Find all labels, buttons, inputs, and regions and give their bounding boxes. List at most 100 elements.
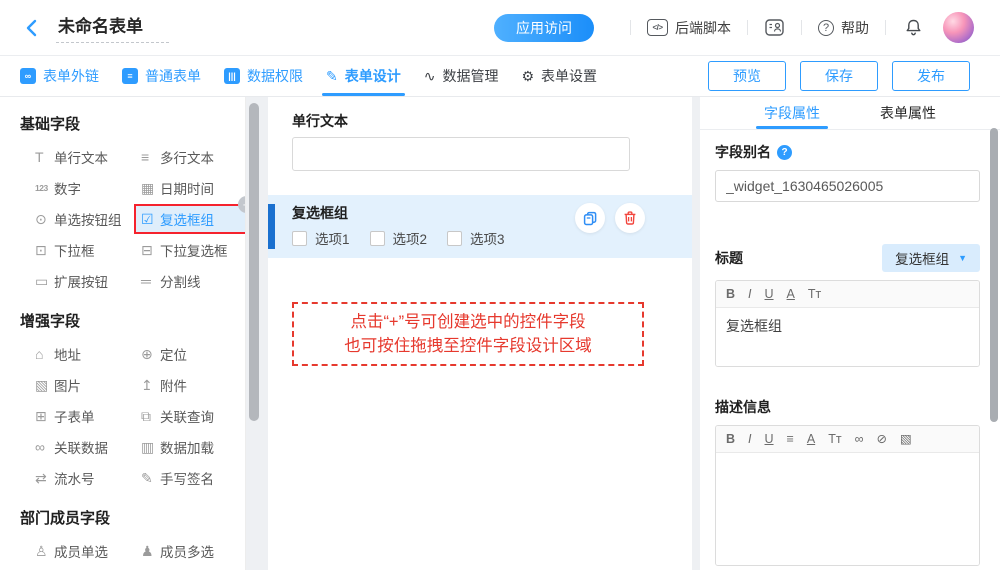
action-button[interactable]: 预览	[708, 61, 786, 91]
tab-normal-form[interactable]: ≡ 普通表单	[122, 56, 201, 96]
field-item-label: 数字	[54, 178, 81, 198]
field-item-label: 手写签名	[160, 468, 214, 488]
tab-label: 表单外链	[43, 66, 99, 86]
backend-script-button[interactable]: </> 后端脚本	[647, 18, 731, 38]
bold-icon[interactable]: B	[726, 288, 735, 301]
sidebar-item-serial-number[interactable]: ⇄ 流水号	[30, 465, 136, 491]
field-item-label: 数据加载	[160, 437, 214, 457]
underline-icon[interactable]: U	[765, 288, 774, 301]
checkbox-icon[interactable]	[292, 231, 307, 246]
font-color-icon[interactable]: A	[807, 433, 815, 446]
checkbox-group-icon: ☑	[141, 211, 160, 228]
widget-type-value: 复选框组	[895, 248, 949, 268]
sidebar-item-linked-data[interactable]: ∞ 关联数据	[30, 434, 136, 460]
single-line-text-field-input[interactable]	[292, 137, 630, 171]
field-item-label: 单选按钮组	[54, 209, 122, 229]
field-alias-label-row: 字段别名 ?	[715, 142, 980, 162]
sidebar-item-signature[interactable]: ✎ 手写签名	[136, 465, 245, 491]
sidebar-item-number[interactable]: 123 数字	[30, 175, 136, 201]
checkbox-option[interactable]: 选项3	[447, 228, 505, 248]
tab-data-manage[interactable]: ∿ 数据管理	[424, 56, 499, 96]
insert-image-icon[interactable]: ▧	[900, 433, 912, 446]
underline-icon[interactable]: U	[765, 433, 774, 446]
tab-field-properties[interactable]: 字段属性	[764, 97, 820, 129]
chevron-down-icon: ▼	[958, 253, 967, 263]
sidebar-item-multi-line-text[interactable]: ≡ 多行文本	[136, 144, 245, 170]
sidebar-item-address[interactable]: ⌂ 地址	[30, 341, 136, 367]
sidebar-item-image[interactable]: ▧ 图片	[30, 372, 136, 398]
image-icon: ▧	[35, 377, 54, 394]
section-title-enhanced-fields: 增强字段	[20, 310, 245, 331]
tab-form-properties[interactable]: 表单属性	[880, 97, 936, 129]
field-item-label: 关联数据	[54, 437, 108, 457]
sidebar-item-single-line-text[interactable]: T 单行文本	[30, 144, 136, 170]
widget-title: 复选框组	[292, 203, 668, 222]
align-icon[interactable]: ≡	[787, 433, 794, 446]
people-icon: ♟	[141, 543, 160, 560]
widget-type-dropdown[interactable]: 复选框组 ▼	[882, 244, 980, 272]
sidebar-item-subform[interactable]: ⊞ 子表单	[30, 403, 136, 429]
sidebar-item-divider[interactable]: ═ 分割线	[136, 268, 245, 294]
sidebar-item-checkbox-group[interactable]: ☑ 复选框组 +	[136, 206, 245, 232]
form-settings-icon: ⚙	[521, 69, 534, 83]
title-editor-content[interactable]: 复选框组	[716, 308, 979, 366]
font-size-icon[interactable]: Tт	[828, 433, 841, 446]
tab-form-external-link[interactable]: ∞ 表单外链	[20, 56, 99, 96]
unlink-icon[interactable]: ⊘	[876, 433, 886, 446]
properties-scrollbar[interactable]	[990, 128, 998, 422]
app-access-button[interactable]: 应用访问	[494, 14, 594, 42]
trash-icon	[622, 210, 638, 226]
serial-number-icon: ⇄	[35, 470, 54, 487]
checkbox-icon[interactable]	[447, 231, 462, 246]
copy-widget-button[interactable]	[575, 203, 605, 233]
field-alias-input[interactable]	[715, 170, 980, 202]
sidebar-item-datetime[interactable]: ▦ 日期时间	[136, 175, 245, 201]
font-color-icon[interactable]: A	[787, 288, 795, 301]
field-item-label: 复选框组	[160, 209, 214, 229]
description-editor-content[interactable]	[716, 453, 979, 565]
sidebar-item-linked-query[interactable]: ⧉ 关联查询	[136, 403, 245, 429]
sidebar-item-radio-group[interactable]: ⊙ 单选按钮组	[30, 206, 136, 232]
checkbox-option[interactable]: 选项2	[370, 228, 428, 248]
checkbox-icon[interactable]	[370, 231, 385, 246]
sidebar-item-locate[interactable]: ⊕ 定位	[136, 341, 245, 367]
sidebar-item-member-single[interactable]: ♙ 成员单选	[30, 538, 136, 564]
delete-widget-button[interactable]	[615, 203, 645, 233]
address-pin-icon: ⌂	[35, 346, 54, 362]
multi-select-icon: ⊟	[141, 242, 160, 259]
single-line-text-icon: T	[35, 149, 54, 165]
sidebar-item-attachment[interactable]: ↥ 附件	[136, 372, 245, 398]
directory-button[interactable]	[764, 18, 785, 37]
sidebar-item-extend-button[interactable]: ▭ 扩展按钮	[30, 268, 136, 294]
back-button[interactable]	[22, 18, 42, 38]
selected-checkbox-group-widget[interactable]: 复选框组 选项1	[268, 195, 692, 258]
bold-icon[interactable]: B	[726, 433, 735, 446]
sidebar-item-data-load[interactable]: ▥ 数据加载	[136, 434, 245, 460]
copy-icon	[582, 210, 598, 226]
form-title[interactable]: 未命名表单	[56, 12, 169, 43]
notifications-button[interactable]	[904, 18, 923, 38]
field-item-label: 图片	[54, 375, 81, 395]
font-size-icon[interactable]: Tт	[808, 288, 821, 301]
action-button[interactable]: 保存	[800, 61, 878, 91]
question-circle-icon: ?	[818, 20, 834, 36]
help-tooltip-icon[interactable]: ?	[777, 145, 792, 160]
sidebar-item-multi-select[interactable]: ⊟ 下拉复选框	[136, 237, 245, 263]
design-canvas: 单行文本 复选框组 选项1	[268, 97, 692, 570]
checkbox-option[interactable]: 选项1	[292, 228, 350, 248]
add-field-plus-badge[interactable]: +	[238, 196, 246, 213]
italic-icon[interactable]: I	[748, 433, 751, 446]
help-button[interactable]: ? 帮助	[818, 18, 869, 38]
sidebar-item-select[interactable]: ⊡ 下拉框	[30, 237, 136, 263]
user-avatar[interactable]	[943, 12, 974, 43]
sidebar-scrollbar[interactable]	[249, 103, 259, 421]
action-button[interactable]: 发布	[892, 61, 970, 91]
italic-icon[interactable]: I	[748, 288, 751, 301]
tab-data-permission[interactable]: ||| 数据权限	[224, 56, 303, 96]
calendar-icon: ▦	[141, 180, 160, 197]
link-icon[interactable]: ∞	[855, 433, 864, 446]
tab-label: 普通表单	[145, 66, 201, 86]
tab-form-design[interactable]: ✎ 表单设计	[326, 56, 401, 96]
sidebar-item-member-multi[interactable]: ♟ 成员多选	[136, 538, 245, 564]
tab-form-settings[interactable]: ⚙ 表单设置	[521, 56, 597, 96]
